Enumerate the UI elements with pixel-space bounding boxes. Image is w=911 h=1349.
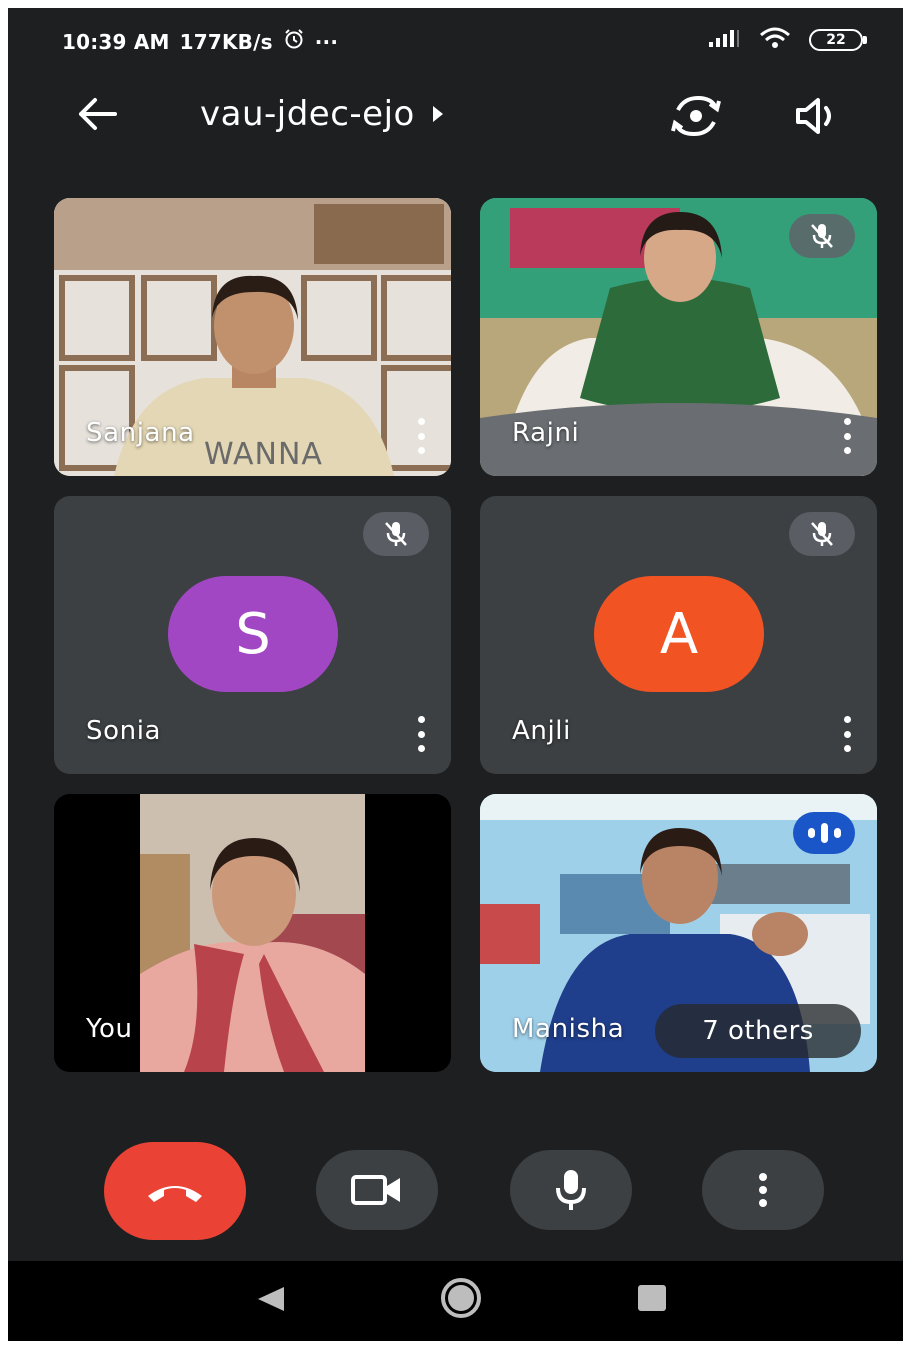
others-label: 7 others bbox=[702, 1016, 814, 1046]
call-controls bbox=[8, 1142, 903, 1242]
switch-camera-button[interactable] bbox=[668, 90, 724, 142]
meeting-details-button[interactable]: vau-jdec-ejo bbox=[200, 94, 443, 134]
battery-icon: 22 bbox=[809, 29, 867, 51]
arrow-left-icon bbox=[79, 98, 117, 130]
participant-tile-sanjana[interactable]: Sanjana WANNA bbox=[54, 198, 451, 476]
shirt-print-text: WANNA bbox=[204, 437, 323, 472]
status-more-dots: ··· bbox=[314, 29, 339, 54]
participant-more-button[interactable] bbox=[839, 716, 855, 752]
mic-off-icon bbox=[811, 224, 833, 248]
speaker-icon bbox=[796, 98, 831, 134]
muted-badge bbox=[789, 512, 855, 556]
participant-name: Sonia bbox=[86, 716, 162, 746]
participant-more-button[interactable] bbox=[413, 716, 429, 752]
nav-home-icon[interactable] bbox=[441, 1278, 481, 1318]
avatar: A bbox=[594, 576, 764, 692]
toggle-video-button[interactable] bbox=[316, 1150, 438, 1230]
muted-badge bbox=[363, 512, 429, 556]
signal-icon bbox=[707, 28, 741, 52]
status-bar: 10:39 AM 177KB/s ··· 22 bbox=[8, 8, 903, 72]
battery-level: 22 bbox=[826, 32, 846, 48]
participant-name: Rajni bbox=[512, 418, 580, 448]
others-button[interactable]: 7 others bbox=[655, 1004, 861, 1058]
participant-name: Manisha bbox=[512, 1014, 625, 1044]
status-left: 10:39 AM 177KB/s ··· bbox=[62, 28, 338, 55]
more-vert-icon bbox=[759, 1173, 767, 1207]
participant-tile-sonia[interactable]: S Sonia bbox=[54, 496, 451, 774]
participant-name: Sanjana bbox=[86, 418, 195, 448]
participant-more-button[interactable] bbox=[839, 418, 855, 454]
avatar: S bbox=[168, 576, 338, 692]
status-right: 22 bbox=[707, 26, 867, 54]
speaking-indicator bbox=[793, 812, 855, 854]
meeting-top-bar: vau-jdec-ejo bbox=[8, 72, 903, 162]
alarm-icon bbox=[283, 28, 305, 55]
system-nav-bar bbox=[8, 1261, 903, 1341]
toggle-mic-button[interactable] bbox=[510, 1150, 632, 1230]
meet-call-screen: 10:39 AM 177KB/s ··· 22 vau-jdec-ejo San… bbox=[8, 8, 903, 1341]
back-button[interactable] bbox=[72, 92, 122, 136]
camera-flip-icon bbox=[671, 95, 721, 137]
mic-off-icon bbox=[385, 522, 407, 546]
phone-hangup-icon bbox=[148, 1186, 202, 1202]
wifi-icon bbox=[757, 26, 793, 54]
more-options-button[interactable] bbox=[702, 1150, 824, 1230]
nav-recents-icon[interactable] bbox=[638, 1285, 666, 1311]
participant-tile-anjli[interactable]: A Anjli bbox=[480, 496, 877, 774]
participant-tile-self[interactable]: You bbox=[54, 794, 451, 1072]
microphone-icon bbox=[556, 1170, 586, 1210]
participant-tile-manisha[interactable]: Manisha 7 others bbox=[480, 794, 877, 1072]
status-time: 10:39 AM bbox=[62, 29, 170, 54]
end-call-button[interactable] bbox=[104, 1142, 246, 1240]
speaker-button[interactable] bbox=[790, 90, 846, 142]
meeting-code: vau-jdec-ejo bbox=[200, 94, 415, 134]
video-camera-icon bbox=[351, 1175, 400, 1205]
participant-name: Anjli bbox=[512, 716, 571, 746]
avatar-initial: S bbox=[235, 601, 271, 667]
caret-right-icon bbox=[432, 106, 443, 122]
participant-name: You bbox=[86, 1014, 133, 1044]
muted-badge bbox=[789, 214, 855, 258]
status-net-speed: 177KB/s bbox=[179, 29, 273, 54]
avatar-initial: A bbox=[659, 601, 699, 667]
mic-off-icon bbox=[811, 522, 833, 546]
nav-back-icon[interactable] bbox=[258, 1287, 284, 1311]
participant-tile-rajni[interactable]: Rajni bbox=[480, 198, 877, 476]
participant-more-button[interactable] bbox=[413, 418, 429, 454]
